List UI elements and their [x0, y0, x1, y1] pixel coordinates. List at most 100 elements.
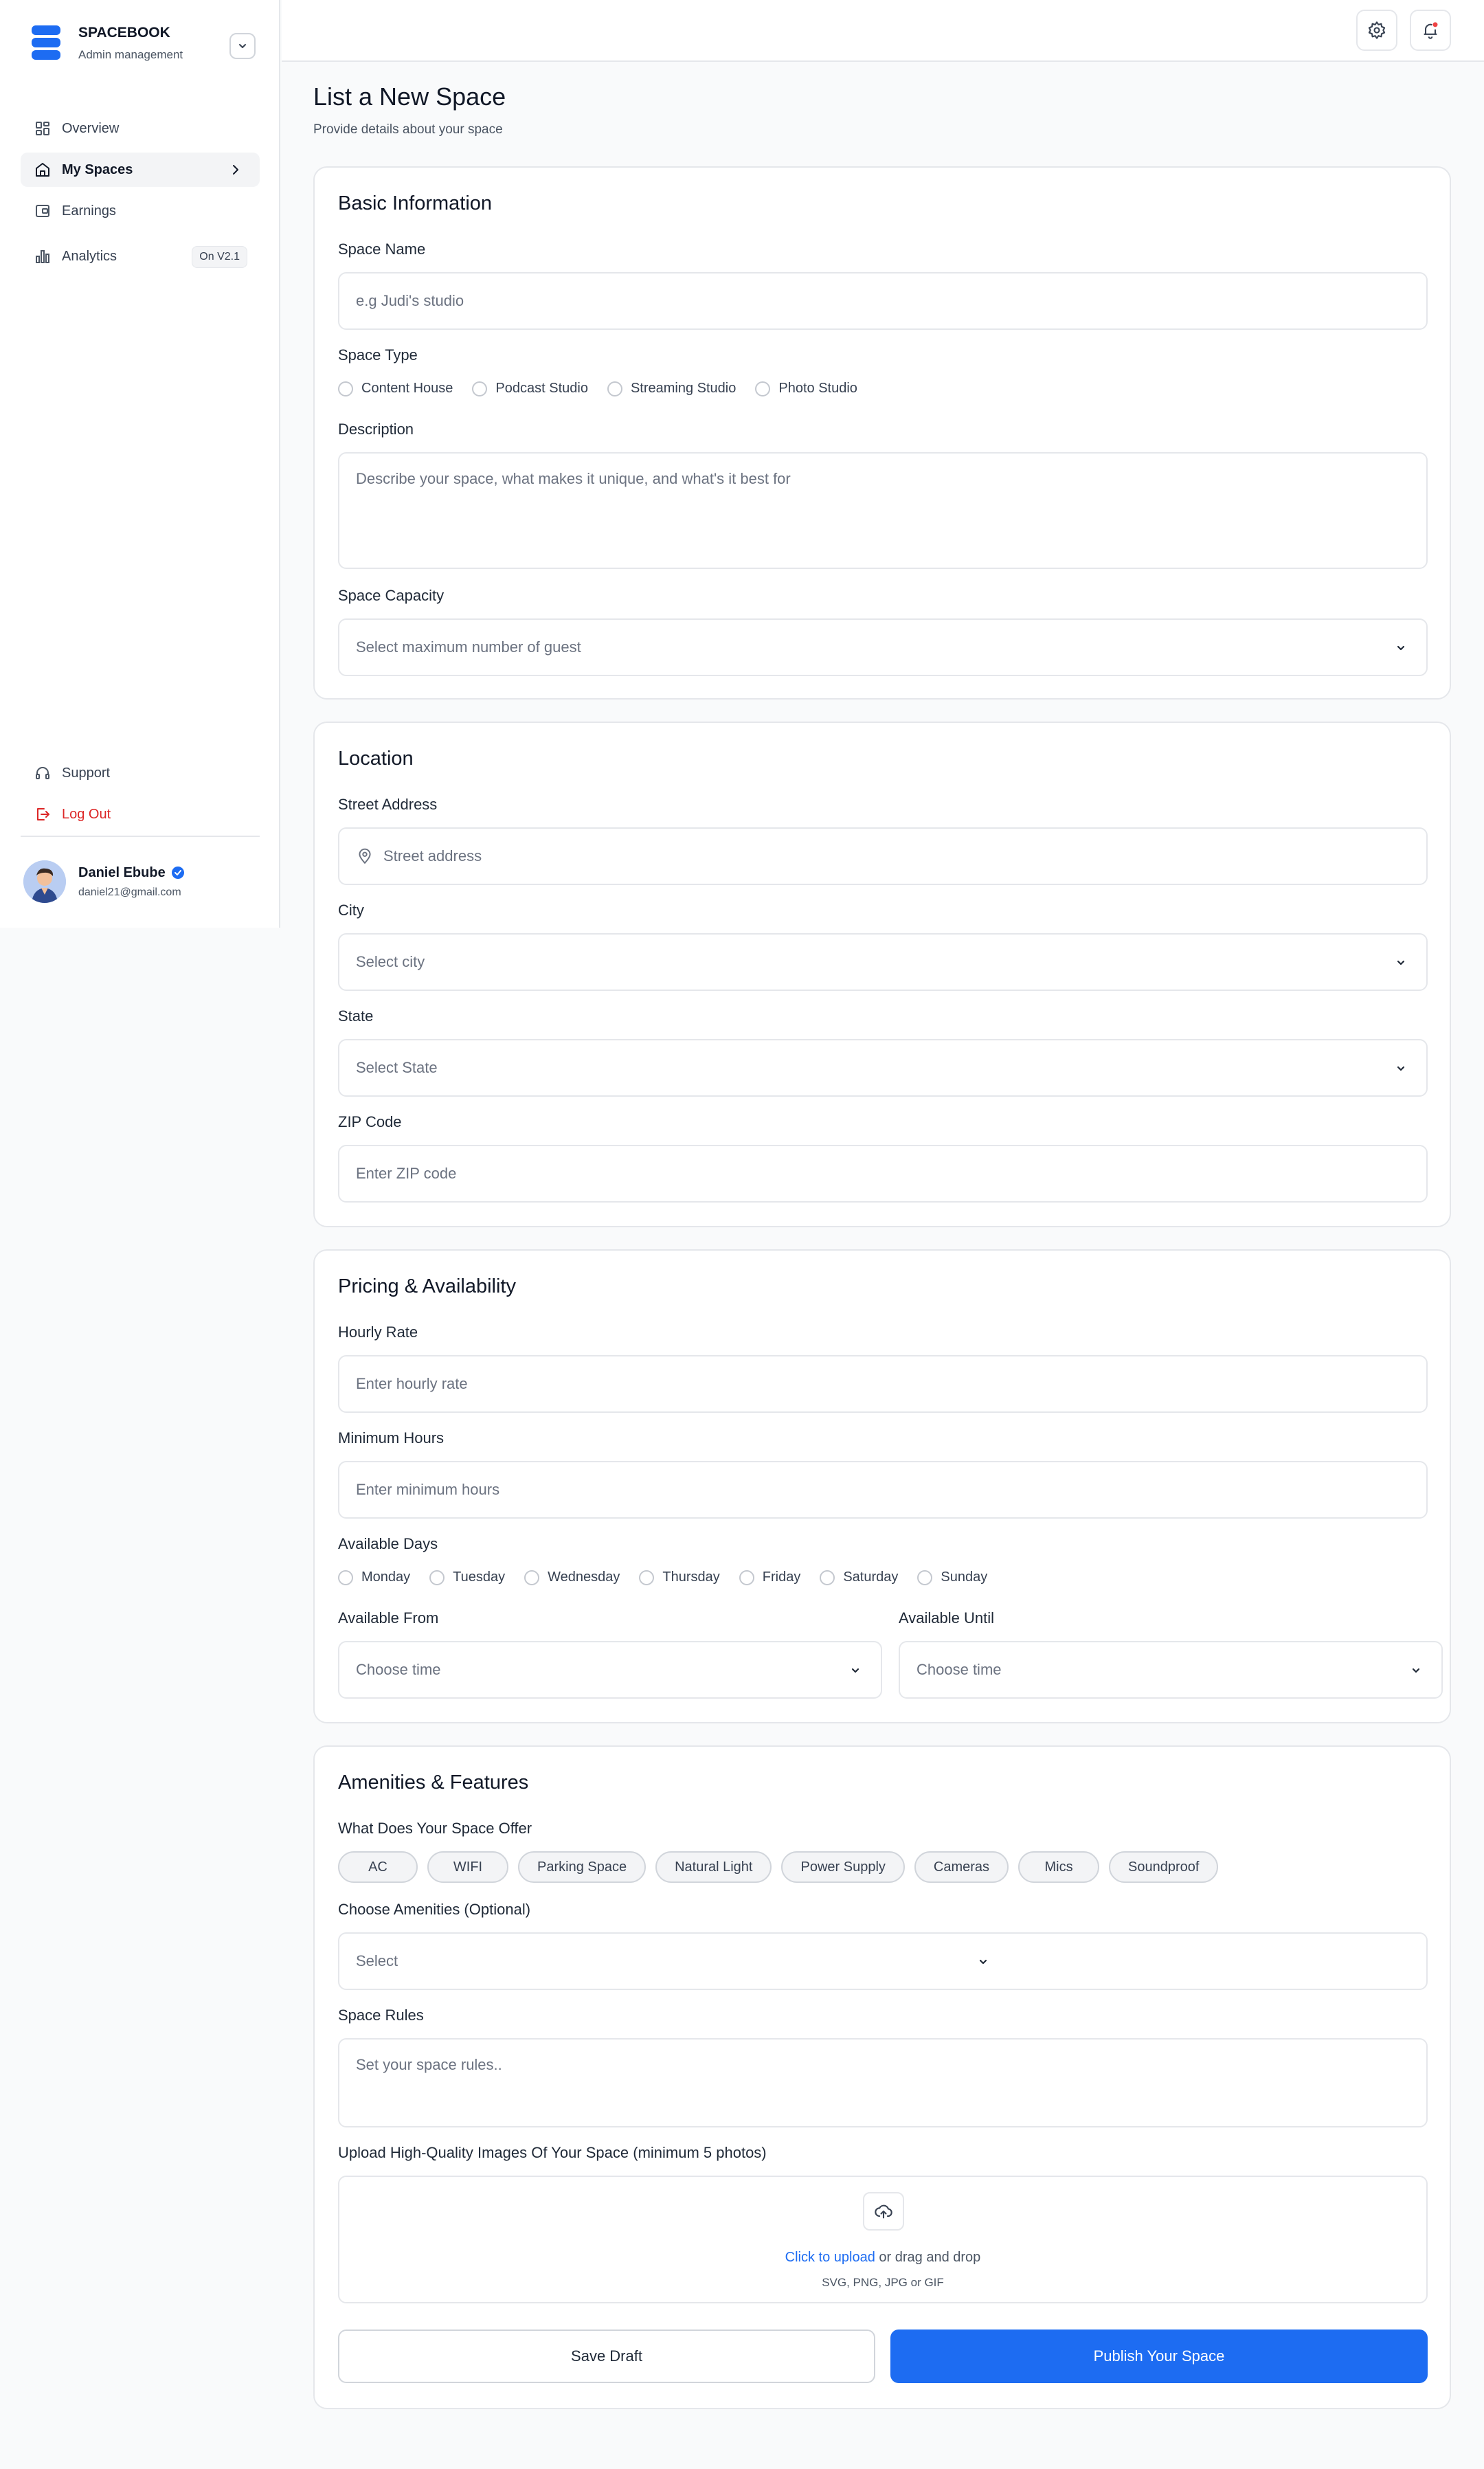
version-badge: On V2.1 — [192, 246, 247, 268]
sidebar-item-label: Support — [62, 765, 111, 781]
brand[interactable]: SPACEBOOK Admin management — [32, 25, 183, 62]
radio-podcast-studio[interactable]: Podcast Studio — [472, 381, 588, 396]
available-days-label: Available Days — [338, 1535, 438, 1552]
chip-natural-light[interactable]: Natural Light — [655, 1851, 772, 1883]
description-textarea[interactable]: Describe your space, what makes it uniqu… — [338, 452, 1428, 569]
chip-soundproof[interactable]: Soundproof — [1109, 1851, 1219, 1883]
city-select[interactable]: Select city — [338, 933, 1428, 991]
section-title: Pricing & Availability — [338, 1275, 516, 1297]
day-monday[interactable]: Monday — [338, 1569, 410, 1585]
day-sunday[interactable]: Sunday — [917, 1569, 987, 1585]
day-wednesday[interactable]: Wednesday — [524, 1569, 620, 1585]
street-address-label: Street Address — [338, 796, 438, 813]
topbar — [282, 0, 1484, 62]
day-thursday[interactable]: Thursday — [639, 1569, 720, 1585]
radio-photo-studio[interactable]: Photo Studio — [755, 381, 857, 396]
section-title: Amenities & Features — [338, 1772, 529, 1794]
upload-cloud-icon — [863, 2192, 904, 2231]
brand-name: SPACEBOOK — [78, 25, 170, 41]
radio-circle — [755, 381, 771, 396]
sidebar-item-analytics[interactable]: Analytics On V2.1 — [21, 239, 260, 273]
radio-label: Photo Studio — [778, 381, 857, 396]
select-placeholder: Select — [356, 1952, 398, 1969]
headphones-icon — [33, 763, 52, 783]
radio-circle — [472, 381, 488, 396]
page-subtitle: Provide details about your space — [313, 122, 503, 137]
sidebar-item-my-spaces[interactable]: My Spaces — [21, 153, 260, 187]
save-draft-button[interactable]: Save Draft — [338, 2330, 875, 2383]
image-upload-dropzone[interactable]: Click to upload or drag and drop SVG, PN… — [338, 2176, 1428, 2303]
chip-ac[interactable]: AC — [338, 1851, 418, 1883]
street-address-input[interactable]: Street address — [338, 827, 1428, 885]
sidebar-item-earnings[interactable]: Earnings — [21, 194, 260, 228]
workspace-switcher-button[interactable] — [229, 33, 256, 59]
avatar — [23, 860, 66, 903]
wallet-icon — [33, 201, 52, 221]
radio-label: Streaming Studio — [630, 381, 737, 396]
day-tuesday[interactable]: Tuesday — [429, 1569, 505, 1585]
click-to-upload-link[interactable]: Click to upload — [785, 2250, 875, 2265]
upload-file-types: SVG, PNG, JPG or GIF — [822, 2276, 944, 2289]
sidebar-item-label: Overview — [62, 120, 120, 136]
description-label: Description — [338, 421, 414, 438]
radio-label: Monday — [361, 1569, 411, 1585]
space-capacity-select[interactable]: Select maximum number of guest — [338, 618, 1428, 676]
sidebar-divider — [21, 836, 260, 837]
select-placeholder: Select city — [356, 953, 425, 970]
logout-icon — [33, 805, 52, 824]
chip-wifi[interactable]: WIFI — [427, 1851, 508, 1883]
user-profile[interactable]: Daniel Ebube daniel21@gmail.com — [23, 860, 185, 903]
amenities-features-card: Amenities & Features What Does Your Spac… — [313, 1745, 1451, 2409]
day-friday[interactable]: Friday — [739, 1569, 800, 1585]
chevron-down-icon — [1397, 1066, 1405, 1071]
logout-button[interactable]: Log Out — [21, 797, 260, 831]
available-until-label: Available Until — [899, 1609, 995, 1627]
space-name-label: Space Name — [338, 241, 426, 258]
bar-chart-icon — [33, 247, 52, 266]
minimum-hours-label: Minimum Hours — [338, 1429, 445, 1446]
space-offer-label: What Does Your Space Offer — [338, 1820, 532, 1837]
radio-label: Content House — [361, 381, 453, 396]
chip-cameras[interactable]: Cameras — [914, 1851, 1009, 1883]
location-card: Location Street Address Street address C… — [313, 722, 1451, 1227]
verified-badge-icon — [171, 867, 184, 879]
day-saturday[interactable]: Saturday — [820, 1569, 898, 1585]
radio-content-house[interactable]: Content House — [338, 381, 453, 396]
publish-space-button[interactable]: Publish Your Space — [890, 2330, 1428, 2383]
select-placeholder: Choose time — [356, 1661, 441, 1678]
settings-button[interactable] — [1356, 10, 1397, 51]
space-name-input[interactable]: e.g Judi's studio — [338, 272, 1428, 330]
location-pin-icon — [359, 848, 371, 864]
chevron-down-icon — [1412, 1668, 1420, 1673]
zip-code-input[interactable]: Enter ZIP code — [338, 1145, 1428, 1203]
chip-power-supply[interactable]: Power Supply — [781, 1851, 905, 1883]
space-capacity-label: Space Capacity — [338, 587, 445, 604]
radio-circle — [607, 381, 622, 396]
chip-mics[interactable]: Mics — [1018, 1851, 1100, 1883]
basic-information-card: Basic Information Space Name e.g Judi's … — [313, 166, 1451, 700]
sidebar-item-label: Earnings — [62, 203, 116, 219]
notifications-button[interactable] — [1410, 10, 1451, 51]
chevron-right-icon — [233, 165, 238, 175]
available-from-label: Available From — [338, 1609, 439, 1627]
available-from-select[interactable]: Choose time — [338, 1641, 882, 1699]
radio-label: Thursday — [662, 1569, 720, 1585]
user-name: Daniel Ebube — [78, 864, 166, 880]
hourly-rate-label: Hourly Rate — [338, 1323, 418, 1341]
sidebar-item-support[interactable]: Support — [21, 756, 260, 790]
state-select[interactable]: Select State — [338, 1039, 1428, 1097]
sidebar-item-overview[interactable]: Overview — [21, 111, 260, 146]
available-until-select[interactable]: Choose time — [899, 1641, 1443, 1699]
page-title: List a New Space — [313, 82, 506, 111]
space-type-radio-group: Content House Podcast Studio Streaming S… — [338, 381, 877, 396]
zip-code-label: ZIP Code — [338, 1113, 402, 1130]
space-rules-textarea[interactable]: Set your space rules.. — [338, 2038, 1428, 2127]
minimum-hours-input[interactable]: Enter minimum hours — [338, 1461, 1428, 1519]
radio-label: Wednesday — [548, 1569, 620, 1585]
radio-streaming-studio[interactable]: Streaming Studio — [607, 381, 736, 396]
section-title: Location — [338, 748, 414, 770]
hourly-rate-input[interactable]: Enter hourly rate — [338, 1355, 1428, 1413]
choose-amenities-select[interactable]: Select — [338, 1932, 1428, 1990]
chip-parking-space[interactable]: Parking Space — [518, 1851, 647, 1883]
select-placeholder: Choose time — [917, 1661, 1002, 1678]
